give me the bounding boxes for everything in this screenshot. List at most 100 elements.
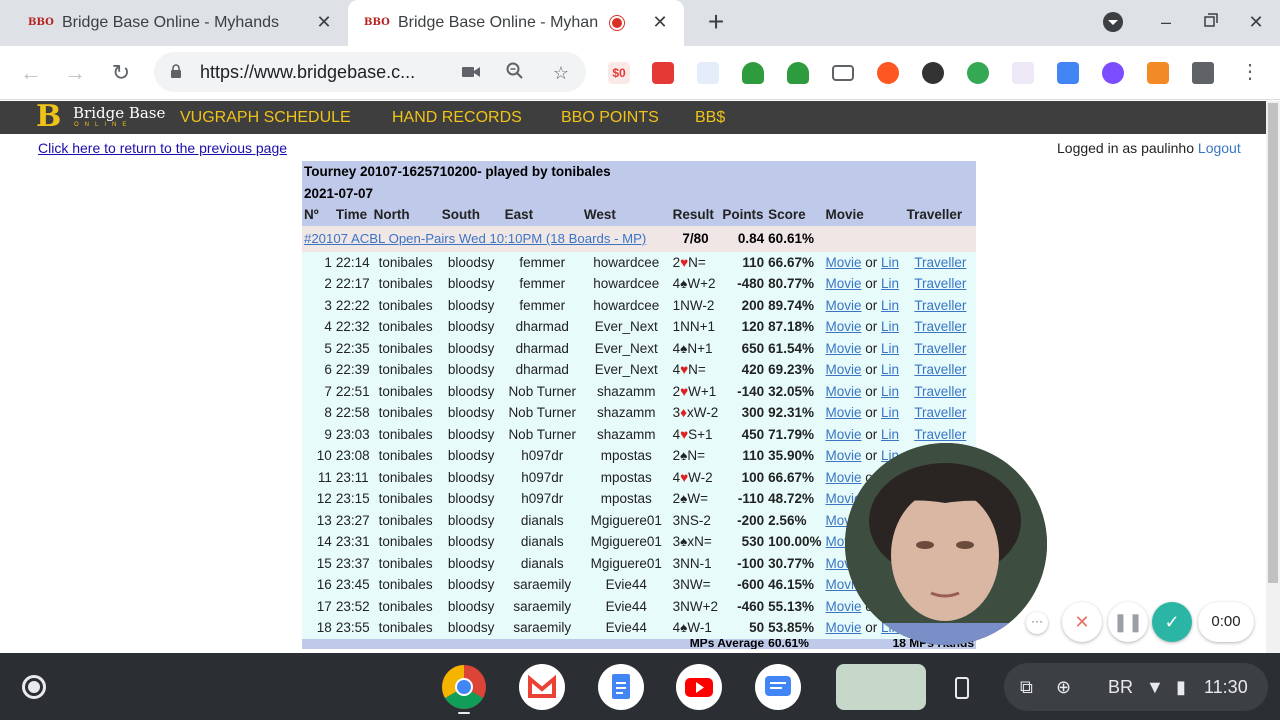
docs-icon[interactable]: [598, 664, 644, 710]
chrome-icon[interactable]: [441, 664, 487, 710]
tab-search-icon[interactable]: [1101, 11, 1125, 35]
traveller-link[interactable]: Traveller: [914, 276, 966, 291]
north-player: tonibales: [371, 380, 440, 402]
page-scrollbar[interactable]: [1266, 101, 1280, 653]
nav-bb-dollars[interactable]: BB$: [695, 109, 725, 127]
lin-link[interactable]: Lin: [881, 298, 899, 313]
keyboard-layout[interactable]: BR: [1108, 677, 1133, 698]
zoom-icon[interactable]: [504, 62, 526, 84]
gmail-icon[interactable]: [519, 664, 565, 710]
nav-bbo-points[interactable]: BBO POINTS: [561, 109, 659, 127]
back-button[interactable]: ←: [18, 60, 44, 86]
bbo-logo-text[interactable]: Bridge Base: [73, 104, 165, 122]
movie-link[interactable]: Movie: [825, 427, 861, 442]
pause-icon[interactable]: ❚❚: [1108, 602, 1148, 642]
image-extension-icon[interactable]: [1147, 62, 1169, 84]
traveller-link[interactable]: Traveller: [914, 298, 966, 313]
webcam-overlay[interactable]: [845, 443, 1047, 645]
return-link[interactable]: Click here to return to the previous pag…: [38, 140, 287, 156]
youtube-extension-icon[interactable]: [652, 62, 674, 84]
time: 22:39: [333, 359, 372, 381]
status-tray[interactable]: ⧉ ⊕ BR ▼ ▮ 11:30: [1004, 663, 1268, 711]
omnibox[interactable]: https://www.bridgebase.c... ☆: [154, 52, 586, 92]
traveller-link[interactable]: Traveller: [914, 384, 966, 399]
movie-link[interactable]: Movie: [825, 319, 861, 334]
kebab-menu-icon[interactable]: ⋮: [1240, 60, 1260, 84]
maximize-icon[interactable]: [1199, 10, 1223, 34]
lin-link[interactable]: Lin: [881, 427, 899, 442]
lin-link[interactable]: Lin: [881, 341, 899, 356]
extension-icon[interactable]: $0: [608, 62, 630, 84]
movie-link[interactable]: Movie: [825, 448, 861, 463]
confirm-check-icon[interactable]: ✓: [1152, 602, 1192, 642]
movie-link[interactable]: Movie: [825, 298, 861, 313]
lin-link[interactable]: Lin: [881, 405, 899, 420]
link-extension-icon[interactable]: [697, 62, 719, 84]
contract-outcome: N=: [688, 362, 706, 378]
launcher-icon[interactable]: [22, 675, 46, 699]
lin-link[interactable]: Lin: [881, 384, 899, 399]
cancel-recording-icon[interactable]: ✕: [1062, 602, 1102, 642]
pen-extension-icon[interactable]: [1012, 62, 1034, 84]
screen-extension-icon[interactable]: [1057, 62, 1079, 84]
nav-vugraph-schedule[interactable]: VUGRAPH SCHEDULE: [180, 109, 351, 127]
logout-link[interactable]: Logout: [1198, 140, 1241, 156]
bbo-logo-icon[interactable]: B: [36, 101, 61, 133]
new-tab-button[interactable]: +: [702, 8, 730, 37]
movie-link[interactable]: Movie: [825, 384, 861, 399]
messages-icon[interactable]: [755, 664, 801, 710]
flower-extension-icon[interactable]: [1102, 62, 1124, 84]
phone-hub-icon[interactable]: [955, 677, 969, 704]
puzzle-icon[interactable]: [1192, 62, 1214, 84]
close-icon[interactable]: ✕: [314, 12, 334, 32]
movie-link[interactable]: Movie: [825, 276, 861, 291]
traveller-link[interactable]: Traveller: [914, 341, 966, 356]
lin-link[interactable]: Lin: [881, 276, 899, 291]
reload-button[interactable]: ↻: [108, 60, 134, 86]
close-icon[interactable]: ✕: [650, 12, 670, 32]
tree-extension-icon[interactable]: [787, 62, 809, 84]
west-player: Mgiguere01: [581, 509, 671, 531]
bookmark-star-icon[interactable]: ☆: [550, 62, 572, 84]
tree-extension-icon[interactable]: [742, 62, 764, 84]
screen-capture-icon[interactable]: ⧉: [1020, 677, 1033, 698]
forward-button[interactable]: →: [62, 60, 88, 86]
north-player: tonibales: [371, 617, 440, 639]
lin-link[interactable]: Lin: [881, 255, 899, 270]
more-options-icon[interactable]: ···: [1026, 612, 1048, 634]
camera-icon[interactable]: [460, 62, 482, 84]
lin-link[interactable]: Lin: [881, 362, 899, 377]
minimize-icon[interactable]: –: [1154, 10, 1178, 34]
traveller-link[interactable]: Traveller: [914, 405, 966, 420]
west-player: shazamm: [581, 380, 671, 402]
event-link[interactable]: #20107 ACBL Open-Pairs Wed 10:10PM (18 B…: [302, 225, 671, 252]
movie-link[interactable]: Movie: [825, 620, 861, 635]
traveller-link[interactable]: Traveller: [914, 319, 966, 334]
movie-link[interactable]: Movie: [825, 470, 861, 485]
k-extension-icon[interactable]: [922, 62, 944, 84]
movie-link[interactable]: Movie: [825, 255, 861, 270]
lin-link[interactable]: Lin: [881, 319, 899, 334]
movie-link[interactable]: Movie: [825, 362, 861, 377]
movie-link[interactable]: Movie: [825, 599, 861, 614]
points-value: -460: [720, 595, 767, 617]
movie-link[interactable]: Movie: [825, 341, 861, 356]
youtube-icon[interactable]: [676, 664, 722, 710]
globe-extension-icon[interactable]: [967, 62, 989, 84]
nav-hand-records[interactable]: HAND RECORDS: [392, 109, 522, 127]
traveller-link[interactable]: Traveller: [914, 362, 966, 377]
fox-extension-icon[interactable]: [877, 62, 899, 84]
tab-2-active[interactable]: BBO Bridge Base Online - Myhands ✕: [348, 0, 684, 46]
traveller-cell: Traveller: [904, 359, 976, 381]
scrollbar-thumb[interactable]: [1268, 103, 1278, 583]
traveller-link[interactable]: Traveller: [914, 427, 966, 442]
add-icon[interactable]: ⊕: [1056, 677, 1071, 698]
traveller-link[interactable]: Traveller: [914, 255, 966, 270]
north-player: tonibales: [371, 316, 440, 338]
window-thumbnail[interactable]: [836, 664, 926, 710]
suit-icon: ♥: [680, 383, 689, 399]
window-close-icon[interactable]: ✕: [1244, 10, 1268, 34]
movie-link[interactable]: Movie: [825, 405, 861, 420]
tab-1[interactable]: BBO Bridge Base Online - Myhands ✕: [12, 0, 348, 46]
mail-extension-icon[interactable]: [832, 65, 854, 81]
